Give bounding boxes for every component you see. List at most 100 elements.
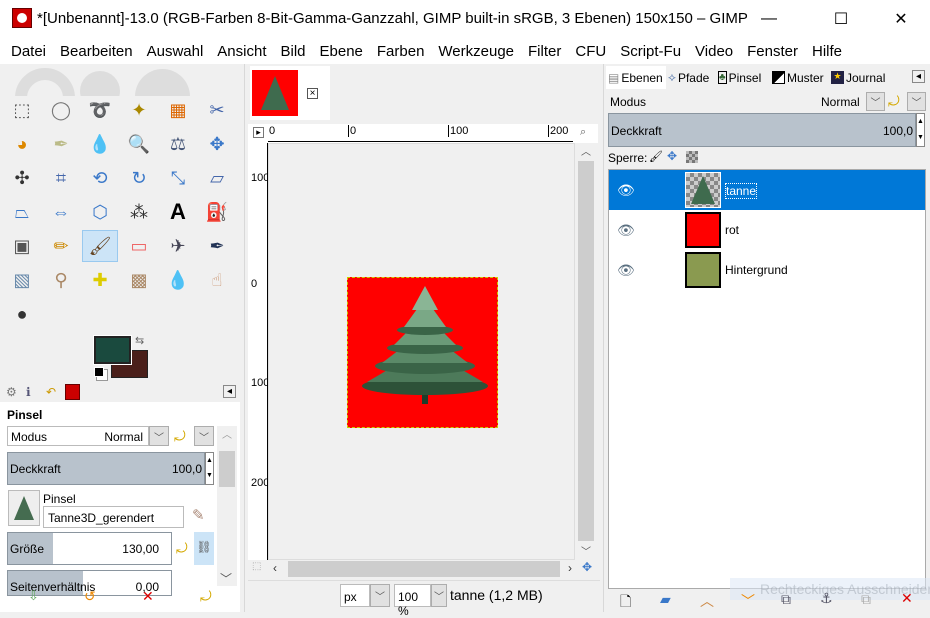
- layer-opacity-slider[interactable]: Deckkraft 100,0: [608, 113, 916, 147]
- tool-perspective-icon[interactable]: ⏢: [4, 196, 40, 228]
- reset-mode-icon[interactable]: ⤾: [174, 428, 186, 445]
- scroll-down-icon[interactable]: ﹀: [220, 570, 232, 587]
- tool-cage-icon[interactable]: ⬡: [82, 196, 118, 228]
- lock-position-icon[interactable]: ✥: [667, 149, 677, 163]
- lock-alpha-icon[interactable]: [686, 151, 698, 163]
- brush-preview[interactable]: [8, 490, 40, 526]
- vertical-scrollbar[interactable]: ︿ ﹀: [575, 143, 597, 560]
- tool-blur-icon[interactable]: 💧: [160, 264, 196, 296]
- menu-auswahl[interactable]: Auswahl: [147, 43, 204, 60]
- menu-filter[interactable]: Filter: [528, 43, 561, 60]
- lower-layer-icon[interactable]: ﹀: [741, 591, 755, 611]
- brush-name-field[interactable]: Tanne3D_gerendert: [43, 506, 184, 528]
- dock-menu-icon[interactable]: ◂: [912, 70, 925, 83]
- layer-name[interactable]: rot: [725, 223, 739, 237]
- image-tab[interactable]: ×: [250, 66, 330, 120]
- layer-opacity-spinner[interactable]: ▲ ▼: [916, 113, 925, 147]
- menu-script-fu[interactable]: Script-Fu: [620, 43, 681, 60]
- tool-mypaint-icon[interactable]: ▧: [4, 264, 40, 296]
- tool-perspective-clone-icon[interactable]: ▩: [121, 264, 157, 296]
- zoom-select[interactable]: 100 %: [394, 584, 431, 618]
- toggle-quick-mask-icon[interactable]: ⬚: [252, 561, 261, 572]
- restore-options-icon[interactable]: ↺: [84, 588, 96, 605]
- scroll-right-icon[interactable]: ›: [568, 561, 572, 575]
- mode-extra-dropdown[interactable]: ﹀: [194, 426, 214, 446]
- tool-scissors-icon[interactable]: ✂: [199, 94, 235, 126]
- tool-warp-icon[interactable]: ⁂: [121, 196, 157, 228]
- tool-free-select-icon[interactable]: ➰: [82, 94, 118, 126]
- delete-options-icon[interactable]: ✕: [142, 588, 154, 605]
- zoom-image-icon[interactable]: ⌕: [580, 126, 586, 139]
- layer-mode-value[interactable]: Normal: [821, 95, 860, 109]
- device-status-tab-icon[interactable]: ℹ: [26, 385, 31, 399]
- layer-name[interactable]: Hintergrund: [725, 263, 788, 277]
- duplicate-layer-icon[interactable]: ⧉: [781, 591, 791, 608]
- visibility-eye-icon[interactable]: 👁: [617, 182, 635, 199]
- size-slider[interactable]: Größe 130,00: [7, 532, 172, 565]
- tool-paths-icon[interactable]: ✒: [43, 128, 79, 160]
- menu-hilfe[interactable]: Hilfe: [812, 43, 842, 60]
- tool-crop-icon[interactable]: ⌗: [43, 162, 79, 194]
- dock-menu-icon[interactable]: ◂: [223, 385, 236, 398]
- quick-mask-menu-icon[interactable]: ▸: [253, 127, 264, 138]
- tool-heal-icon[interactable]: ✚: [82, 264, 118, 296]
- menu-ebene[interactable]: Ebene: [320, 43, 363, 60]
- canvas-area[interactable]: [268, 143, 575, 560]
- menu-werkzeuge[interactable]: Werkzeuge: [438, 43, 514, 60]
- tool-options-tab-icon[interactable]: ⚙: [6, 385, 17, 399]
- image-tab-icon[interactable]: [65, 384, 80, 400]
- reset-size-icon[interactable]: ⤾: [176, 540, 188, 557]
- layer-row-rot[interactable]: 👁 rot: [609, 210, 925, 250]
- swap-colors-icon[interactable]: ⇆: [135, 334, 144, 347]
- tool-flip-icon[interactable]: ⇔: [43, 196, 79, 228]
- tab-journal[interactable]: ★ Journal: [831, 67, 885, 88]
- maximize-button[interactable]: ☐: [818, 0, 864, 38]
- raise-layer-icon[interactable]: ︿: [700, 591, 714, 611]
- menu-datei[interactable]: Datei: [11, 43, 46, 60]
- visibility-eye-icon[interactable]: 👁: [617, 262, 635, 279]
- undo-history-tab-icon[interactable]: ↶: [46, 385, 56, 399]
- close-button[interactable]: ✕: [878, 0, 924, 38]
- size-link-icon[interactable]: ⛓: [194, 532, 214, 565]
- options-scrollbar[interactable]: ︿: [217, 426, 237, 586]
- minimize-button[interactable]: —: [746, 0, 792, 38]
- menu-bild[interactable]: Bild: [281, 43, 306, 60]
- new-layer-group-icon[interactable]: ▰: [660, 591, 671, 608]
- opacity-spinner[interactable]: ▲ ▼: [205, 452, 214, 485]
- tool-paintbrush-icon[interactable]: 🖌: [82, 230, 118, 262]
- tool-scale-icon[interactable]: ⤡: [160, 162, 196, 194]
- tool-airbrush-icon[interactable]: ✈: [160, 230, 196, 262]
- tool-pencil-icon[interactable]: ✏: [43, 230, 79, 262]
- layer-row-hintergrund[interactable]: 👁 Hintergrund: [609, 250, 925, 290]
- tool-eraser-icon[interactable]: ▭: [121, 230, 157, 262]
- layer-name[interactable]: tanne: [725, 183, 758, 199]
- anchor-layer-icon[interactable]: ⚓: [820, 590, 833, 607]
- tool-rect-select-icon[interactable]: ⬚: [4, 94, 40, 126]
- default-colors-icon[interactable]: [94, 367, 104, 377]
- menu-farben[interactable]: Farben: [377, 43, 425, 60]
- menu-bearbeiten[interactable]: Bearbeiten: [60, 43, 133, 60]
- mode-dropdown-button[interactable]: ﹀: [149, 426, 169, 446]
- opacity-slider[interactable]: Deckkraft 100,0: [7, 452, 205, 485]
- delete-layer-icon[interactable]: ✕: [901, 590, 913, 607]
- tool-measure-icon[interactable]: ⚖: [160, 128, 196, 160]
- horizontal-scrollbar[interactable]: ⬚ ‹ › ✥: [248, 560, 598, 578]
- tool-align-icon[interactable]: ✣: [4, 162, 40, 194]
- new-layer-icon[interactable]: 🗋: [620, 591, 631, 615]
- scroll-left-icon[interactable]: ‹: [273, 561, 277, 575]
- tool-clone-icon[interactable]: ⚲: [43, 264, 79, 296]
- tab-pfade[interactable]: ⟡ Pfade: [668, 67, 709, 88]
- tool-dodge-burn-icon[interactable]: ●: [4, 298, 40, 330]
- mode-select[interactable]: Modus Normal: [7, 426, 149, 446]
- tool-color-picker-icon[interactable]: 💧: [82, 128, 118, 160]
- tool-shear-icon[interactable]: ▱: [199, 162, 235, 194]
- tool-fuzzy-select-icon[interactable]: ✦: [121, 94, 157, 126]
- menu-fenster[interactable]: Fenster: [747, 43, 798, 60]
- tool-unified-transform-icon[interactable]: ⟲: [82, 162, 118, 194]
- tool-ink-icon[interactable]: ✒: [199, 230, 235, 262]
- unit-dropdown[interactable]: ﹀: [370, 584, 390, 607]
- reset-layer-mode-icon[interactable]: ⤾: [888, 93, 900, 110]
- layer-row-tanne[interactable]: 👁 tanne: [609, 170, 925, 210]
- tab-muster[interactable]: Muster: [772, 67, 824, 88]
- menu-ansicht[interactable]: Ansicht: [217, 43, 266, 60]
